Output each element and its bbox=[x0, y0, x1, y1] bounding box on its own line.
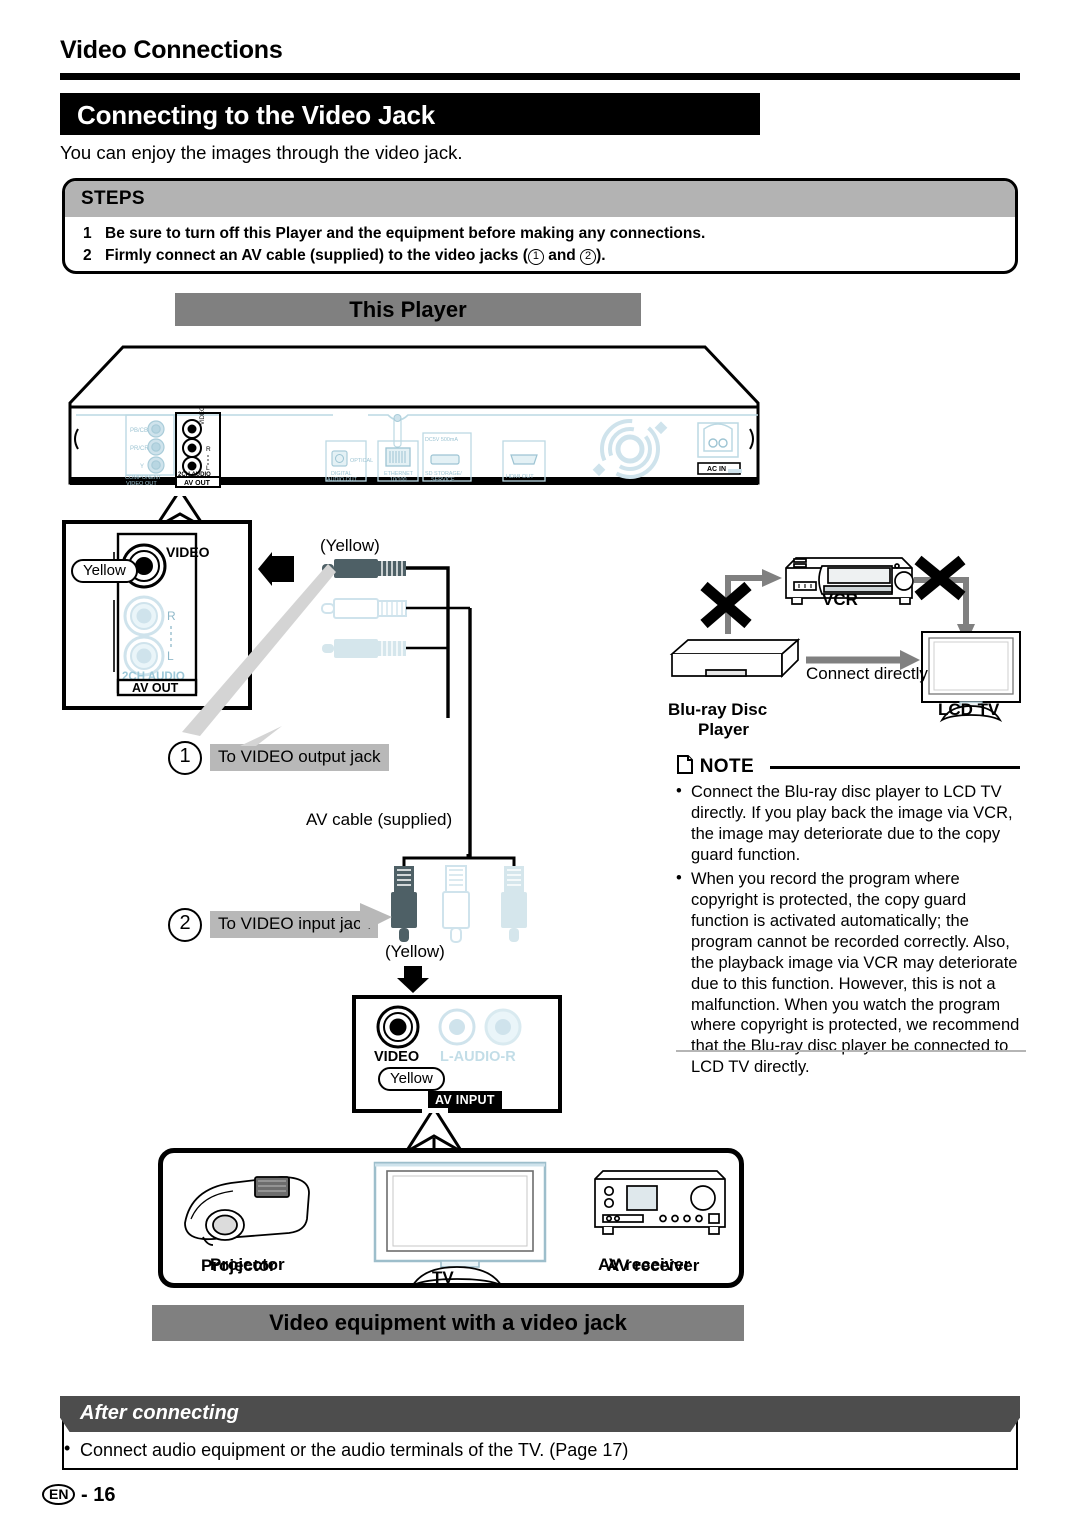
down-arrow-icon bbox=[397, 966, 429, 993]
step-row-1: 1 Be sure to turn off this Player and the… bbox=[83, 225, 705, 243]
note-end-rule bbox=[676, 1050, 1026, 1052]
svg-text:AUDIO OUT: AUDIO OUT bbox=[327, 477, 358, 483]
video-equipment-banner: Video equipment with a video jack bbox=[152, 1305, 744, 1341]
bluray-label-line2: Player bbox=[698, 720, 750, 739]
svg-text:L-AUDIO-R: L-AUDIO-R bbox=[440, 1049, 516, 1065]
svg-text:HDMI OUT: HDMI OUT bbox=[506, 474, 534, 480]
step-text-2-post: ). bbox=[596, 247, 606, 264]
av-input-badge: AV INPUT bbox=[428, 1091, 502, 1109]
language-badge: EN bbox=[42, 1484, 76, 1505]
tag-pointer-2 bbox=[360, 903, 392, 933]
lcd-tv-label: LCD TV bbox=[938, 700, 1000, 719]
after-connecting-header: After connecting bbox=[60, 1396, 1020, 1432]
rear-panel-diagram: PB/CB PR/CR Y COMPONENT VIDEO OUT VIDEO … bbox=[68, 345, 760, 493]
this-player-banner: This Player bbox=[175, 293, 641, 326]
svg-text:AC IN: AC IN bbox=[707, 466, 726, 473]
svg-text:PB/CB: PB/CB bbox=[130, 428, 148, 434]
note-heading: NOTE bbox=[699, 756, 755, 777]
svg-text:L: L bbox=[206, 465, 210, 472]
page-footer: EN - 16 bbox=[42, 1484, 116, 1507]
to-video-input-jack-tag: To VIDEO input jack bbox=[210, 911, 379, 938]
note-bullet-2: When you record the program where copyri… bbox=[676, 868, 1026, 1079]
svg-text:DC5V 500mA: DC5V 500mA bbox=[425, 437, 458, 443]
steps-heading: STEPS bbox=[81, 188, 145, 209]
av-cable-supplied-label: AV cable (supplied) bbox=[306, 810, 453, 829]
svg-text:Y: Y bbox=[140, 464, 144, 470]
note-body: Connect the Blu-ray disc player to LCD T… bbox=[676, 781, 1026, 1081]
svg-text:VIDEO OUT: VIDEO OUT bbox=[126, 481, 157, 487]
step-marker-2: 2 bbox=[168, 908, 202, 942]
svg-text:VIDEO: VIDEO bbox=[200, 406, 206, 425]
step-text-2-mid: and bbox=[543, 247, 581, 264]
svg-text:AV OUT: AV OUT bbox=[184, 480, 211, 487]
plug-leader bbox=[182, 564, 336, 736]
after-connecting-heading: After connecting bbox=[80, 1402, 239, 1424]
svg-text:SERVICE: SERVICE bbox=[431, 477, 455, 483]
bluray-label-line1: Blu-ray Disc bbox=[668, 700, 768, 719]
steps-header: STEPS bbox=[65, 181, 1015, 217]
note-page-icon bbox=[677, 755, 693, 774]
circled-two-icon: 2 bbox=[580, 249, 597, 265]
projector-label: Projector bbox=[210, 1255, 285, 1274]
step-marker-1: 1 bbox=[168, 741, 202, 775]
svg-text:R: R bbox=[206, 446, 211, 453]
footer-separator: - bbox=[81, 1484, 88, 1506]
intro-text: You can enjoy the images through the vid… bbox=[60, 142, 463, 163]
after-connecting-bullet: Connect audio equipment or the audio ter… bbox=[64, 1438, 628, 1461]
svg-text:VIDEO: VIDEO bbox=[166, 544, 210, 560]
connect-directly-label: Connect directly bbox=[806, 664, 928, 683]
vcr-lcdtv-diagram: VCR Connect directly Blu-ray Disc Player… bbox=[666, 538, 1026, 739]
step-text-1: Be sure to turn off this Player and the … bbox=[105, 225, 706, 242]
manual-page: Video Connections Connecting to the Vide… bbox=[0, 0, 1080, 1532]
av-cable-bottom-plugs bbox=[391, 854, 527, 943]
yellow-label-top: (Yellow) bbox=[320, 536, 380, 555]
yellow-pill-avinput: Yellow bbox=[378, 1067, 445, 1092]
svg-text:L: L bbox=[167, 649, 174, 663]
section-title: Video Connections bbox=[60, 36, 283, 64]
svg-text:AV OUT: AV OUT bbox=[132, 681, 179, 695]
header-rule bbox=[60, 73, 1020, 80]
note-bullet-1: Connect the Blu-ray disc player to LCD T… bbox=[676, 781, 1026, 866]
svg-text:VIDEO: VIDEO bbox=[374, 1049, 419, 1065]
tv-label: TV bbox=[432, 1268, 454, 1287]
step-text-2-pre: Firmly connect an AV cable (supplied) to… bbox=[105, 247, 528, 264]
to-video-output-jack-tag: To VIDEO output jack bbox=[210, 744, 389, 771]
av-input-callout-box: VIDEO L-AUDIO-R Yellow AV INPUT bbox=[352, 995, 562, 1113]
steps-box: STEPS 1 Be sure to turn off this Player a… bbox=[62, 178, 1018, 274]
step-number-2: 2 bbox=[83, 247, 92, 264]
page-title-bar: Connecting to the Video Jack bbox=[60, 93, 760, 135]
note-heading-group: NOTE bbox=[676, 755, 754, 778]
yellow-pill-avout: Yellow bbox=[71, 559, 138, 584]
svg-text:R: R bbox=[167, 609, 176, 623]
page-number: 16 bbox=[93, 1484, 116, 1506]
page-title: Connecting to the Video Jack bbox=[77, 100, 435, 130]
av-receiver-label: AV receiver bbox=[598, 1255, 691, 1274]
yellow-label-bottom: (Yellow) bbox=[385, 942, 445, 961]
svg-text:10/100: 10/100 bbox=[390, 477, 407, 483]
circled-one-icon: 1 bbox=[527, 249, 544, 265]
step-row-2: 2 Firmly connect an AV cable (supplied) t… bbox=[83, 247, 606, 265]
svg-text:OPTICAL: OPTICAL bbox=[350, 458, 373, 464]
vcr-label: VCR bbox=[822, 590, 858, 609]
tag-pointer-1 bbox=[240, 726, 282, 746]
step-number-1: 1 bbox=[83, 225, 92, 242]
note-rule bbox=[770, 766, 1020, 769]
svg-text:PR/CR: PR/CR bbox=[130, 446, 149, 452]
